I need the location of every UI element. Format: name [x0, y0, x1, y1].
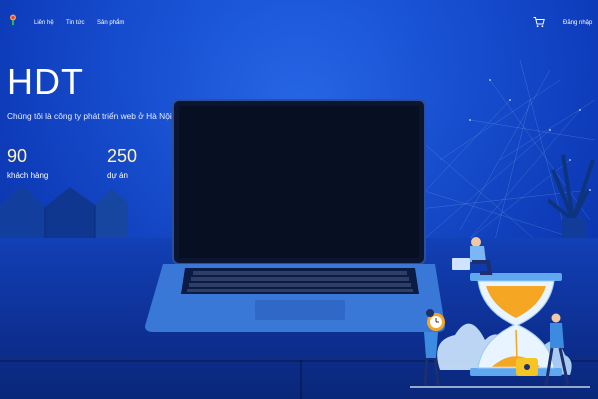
hero-subtitle: Chúng tôi là công ty phát triển web ở Hà…	[7, 111, 172, 121]
login-link[interactable]: Đăng nhập	[563, 20, 592, 26]
shopping-cart-icon[interactable]	[533, 16, 545, 28]
desk-seam	[300, 360, 302, 399]
stat-projects-label: dự án	[107, 171, 128, 180]
hero-banner: Liên hệ Tin tức Sản phẩm Đăng nhập HDT C…	[0, 0, 598, 399]
stat-customers-value: 90	[7, 146, 28, 166]
stat-projects-value: 250	[107, 146, 138, 166]
hero-title: HDT	[7, 61, 84, 102]
nav-link-products[interactable]: Sản phẩm	[97, 20, 124, 26]
nav-link-news[interactable]: Tin tức	[66, 20, 84, 26]
nav-link-contact[interactable]: Liên hệ	[34, 20, 54, 26]
top-navigation: Liên hệ Tin tức Sản phẩm Đăng nhập	[0, 0, 598, 42]
brand-logo-icon[interactable]	[9, 14, 17, 26]
stat-customers-label: khách hàng	[7, 171, 49, 180]
hourglass-illustration	[410, 237, 590, 388]
